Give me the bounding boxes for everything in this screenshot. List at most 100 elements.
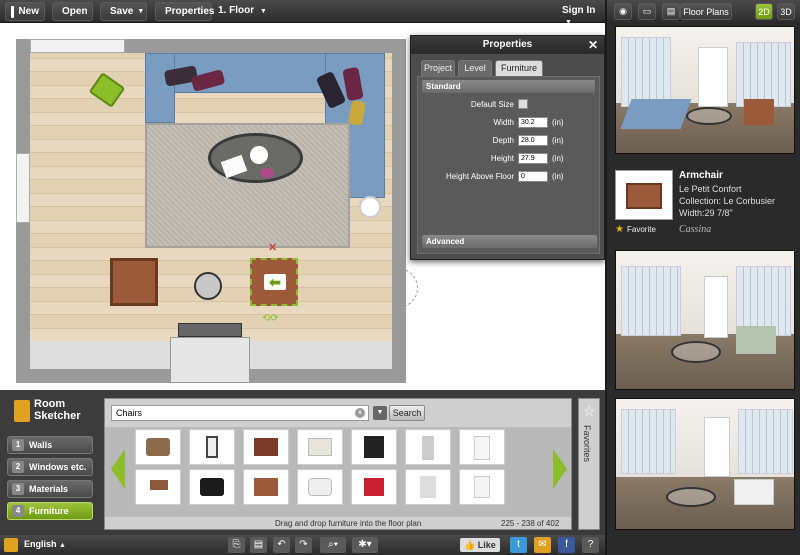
settings-icon[interactable]: ✱▾ [352, 537, 378, 553]
help-icon[interactable]: ? [582, 537, 599, 553]
nav-materials[interactable]: 3 Materials [7, 480, 93, 498]
section-advanced[interactable]: Advanced [422, 235, 597, 248]
rotate-icon[interactable]: ⟲⟳ [262, 313, 279, 324]
catalog-item[interactable] [459, 469, 505, 505]
nav-furniture[interactable]: 4 Furniture [7, 502, 93, 520]
undo-icon[interactable]: ↶ [273, 537, 290, 553]
3d-render-bottom[interactable] [615, 398, 795, 530]
nav-walls[interactable]: 1 Walls [7, 436, 93, 454]
like-button[interactable]: 👍 Like [460, 538, 500, 552]
chevron-down-icon[interactable]: ▼ [137, 8, 144, 15]
catalog-item[interactable] [189, 429, 235, 465]
redo-icon[interactable]: ↷ [295, 537, 312, 553]
close-icon[interactable]: ✕ [588, 36, 598, 54]
new-document-icon [11, 5, 15, 18]
delete-icon[interactable]: ✕ [268, 241, 277, 254]
side-table[interactable] [194, 272, 222, 300]
zoom-icon[interactable]: ⌕▾ [320, 537, 346, 553]
armchair-selected[interactable]: ⬅ [250, 258, 298, 306]
furniture-catalog: × ▼ Search Drag and drop furniture into … [104, 398, 572, 530]
favorites-tab[interactable]: ☆ Favorites [578, 398, 600, 530]
catalog-item[interactable] [405, 469, 451, 505]
floor-lamp[interactable] [359, 196, 381, 218]
fireplace-hearth[interactable] [178, 323, 242, 337]
width-field[interactable] [518, 117, 548, 128]
screen-icon[interactable]: ▭ [638, 3, 656, 20]
nav-windows[interactable]: 2 Windows etc. [7, 458, 93, 476]
open-button[interactable]: Open [52, 2, 93, 21]
move-arrow-icon[interactable]: ⬅ [264, 274, 286, 290]
3d-render-middle[interactable] [615, 250, 795, 390]
arrow-right-icon[interactable] [553, 449, 567, 489]
view-3d-button[interactable]: 3D [777, 3, 795, 20]
star-icon[interactable]: ★ [615, 224, 624, 235]
twitter-icon[interactable]: t [510, 537, 527, 553]
armchair-left[interactable] [110, 258, 158, 306]
catalog-search-input[interactable] [111, 405, 369, 421]
catalog-hint: Drag and drop furniture into the floor p… [275, 519, 422, 528]
email-icon[interactable]: ✉ [534, 537, 551, 553]
row-default-size: Default Size [426, 99, 596, 111]
render-window [736, 42, 791, 107]
window-top[interactable] [30, 39, 125, 53]
catalog-item[interactable] [297, 429, 343, 465]
chevron-down-icon[interactable]: ▼ [373, 406, 387, 420]
properties-panel: Properties ✕ Project Level Furniture Sta… [410, 35, 605, 260]
product-line3: Width:29 7/8" [679, 208, 733, 218]
height-field[interactable] [518, 153, 548, 164]
catalog-item[interactable] [459, 429, 505, 465]
catalog-item[interactable] [189, 469, 235, 505]
catalog-count: 225 - 238 of 402 [501, 519, 560, 528]
3d-render-top[interactable] [615, 26, 795, 154]
facebook-icon[interactable]: f [558, 537, 575, 553]
bowl [250, 146, 268, 164]
catalog-item[interactable] [135, 469, 181, 505]
floor-plans-button[interactable]: Floor Plans [680, 3, 732, 20]
sofa-arm-left[interactable] [145, 53, 175, 123]
new-button[interactable]: New [5, 2, 45, 21]
nav-num: 4 [12, 505, 24, 517]
new-button-label: New [18, 6, 39, 17]
paste-icon[interactable]: ▤ [250, 537, 267, 553]
clear-search-icon[interactable]: × [355, 408, 365, 418]
properties-button[interactable]: Properties [155, 2, 214, 21]
catalog-item[interactable] [135, 429, 181, 465]
catalog-item[interactable] [405, 429, 451, 465]
floor-selector[interactable]: 1. Floor ▼ [218, 5, 267, 16]
row-height: Height (in) [426, 153, 596, 165]
product-info: ★ Favorite Armchair Le Petit Confort Col… [607, 160, 800, 245]
catalog-item[interactable] [351, 469, 397, 505]
product-thumbnail[interactable] [615, 170, 673, 220]
favorite-label[interactable]: Favorite [627, 225, 656, 234]
depth-field[interactable] [518, 135, 548, 146]
tab-project[interactable]: Project [421, 60, 455, 76]
product-brand: Cassina [679, 224, 712, 235]
properties-title-bar[interactable]: Properties ✕ [411, 36, 604, 54]
tab-level[interactable]: Level [458, 60, 492, 76]
copy-icon[interactable]: ⎘ [228, 537, 245, 553]
print-icon[interactable]: ▤ [662, 3, 680, 20]
fireplace[interactable] [170, 337, 250, 383]
default-size-checkbox[interactable] [518, 99, 528, 109]
catalog-item[interactable] [351, 429, 397, 465]
camera-icon[interactable]: ◉ [614, 3, 632, 20]
tab-furniture[interactable]: Furniture [495, 60, 543, 76]
height-above-floor-field[interactable] [518, 171, 548, 182]
open-button-label: Open [62, 6, 88, 17]
wall-right[interactable] [392, 39, 406, 383]
catalog-item[interactable] [297, 469, 343, 505]
nav-label: Walls [29, 440, 53, 450]
status-bar: English ▲ ⎘ ▤ ↶ ↷ ⌕▾ ✱▾ 👍 Like t ✉ f ? [0, 535, 605, 555]
catalog-item[interactable] [243, 469, 289, 505]
nav-label: Furniture [29, 506, 69, 516]
search-button[interactable]: Search [389, 405, 425, 421]
section-standard[interactable]: Standard [422, 80, 595, 93]
view-2d-button[interactable]: 2D [755, 3, 773, 20]
catalog-item[interactable] [243, 429, 289, 465]
arrow-left-icon[interactable] [111, 449, 125, 489]
row-width: Width (in) [426, 117, 596, 129]
save-button[interactable]: Save ▼ [100, 2, 147, 21]
floor-plans-label: Floor Plans [683, 6, 729, 17]
window-left[interactable] [16, 153, 30, 223]
language-selector[interactable]: English ▲ [24, 539, 66, 549]
